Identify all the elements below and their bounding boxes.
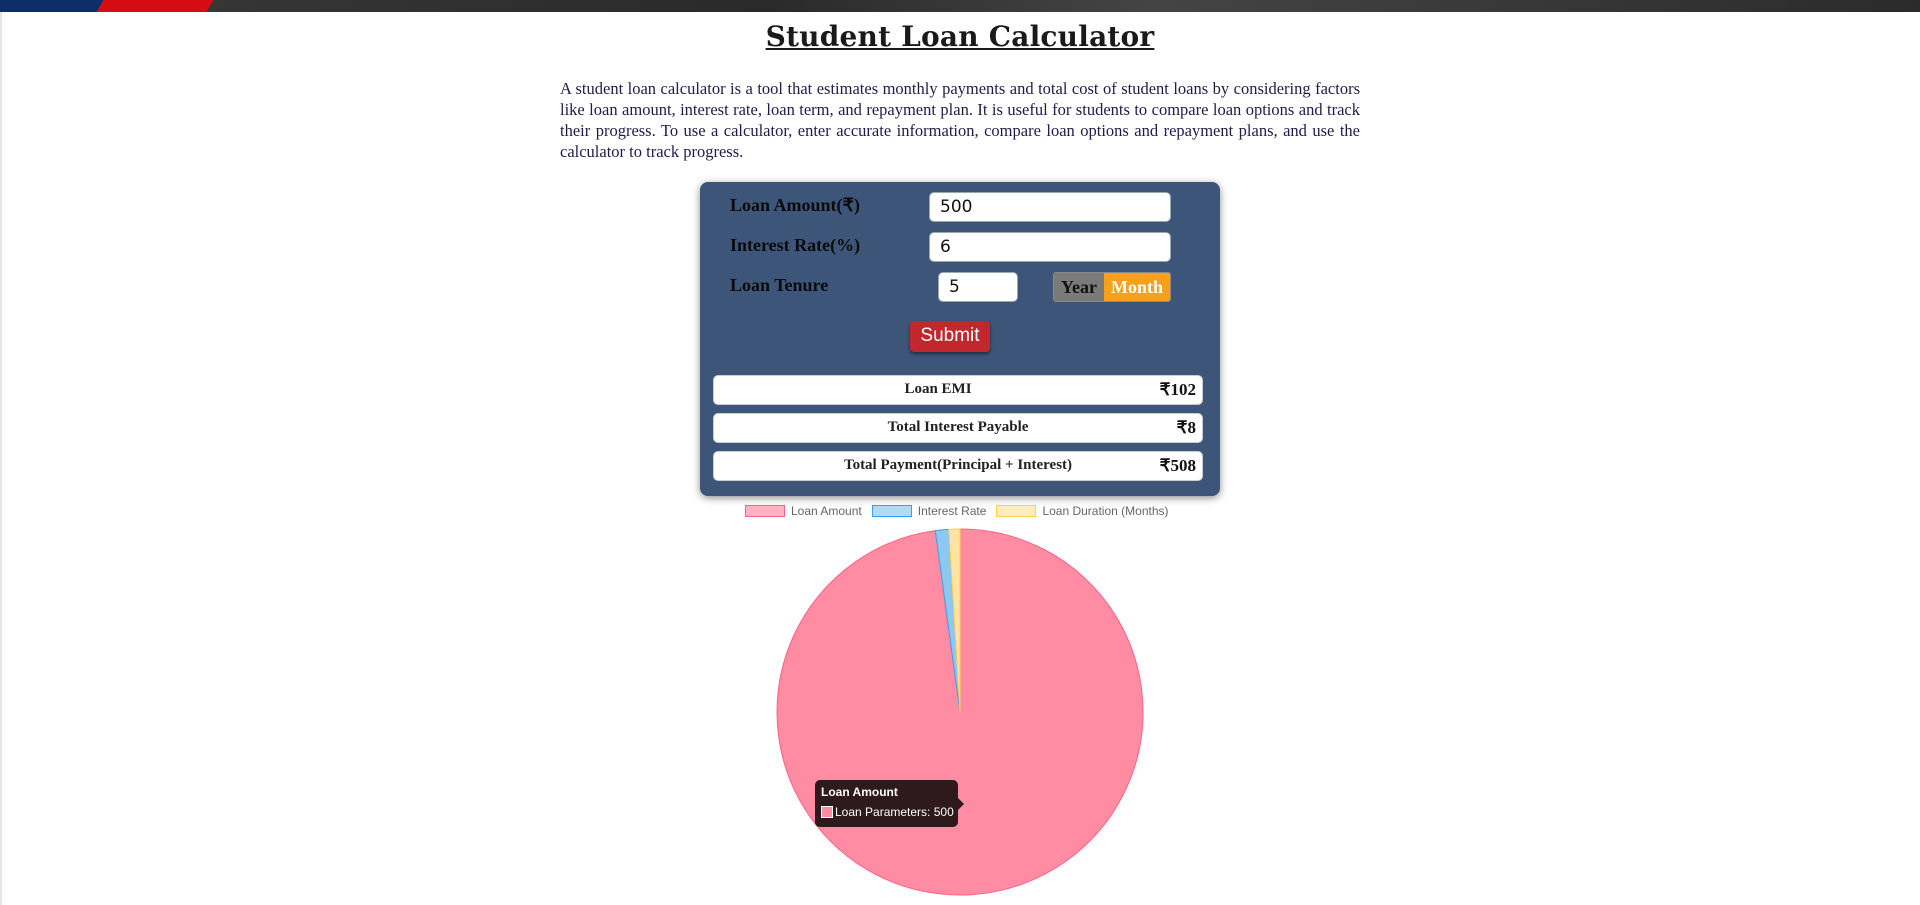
pie-chart[interactable] bbox=[0, 0, 1920, 905]
chart-tooltip: Loan Amount Loan Parameters: 500 bbox=[815, 780, 964, 827]
tooltip-arrow bbox=[958, 798, 964, 810]
tooltip-title: Loan Amount bbox=[821, 785, 898, 799]
tooltip-swatch bbox=[821, 806, 833, 818]
tooltip-body: Loan Parameters: 500 bbox=[835, 805, 954, 819]
